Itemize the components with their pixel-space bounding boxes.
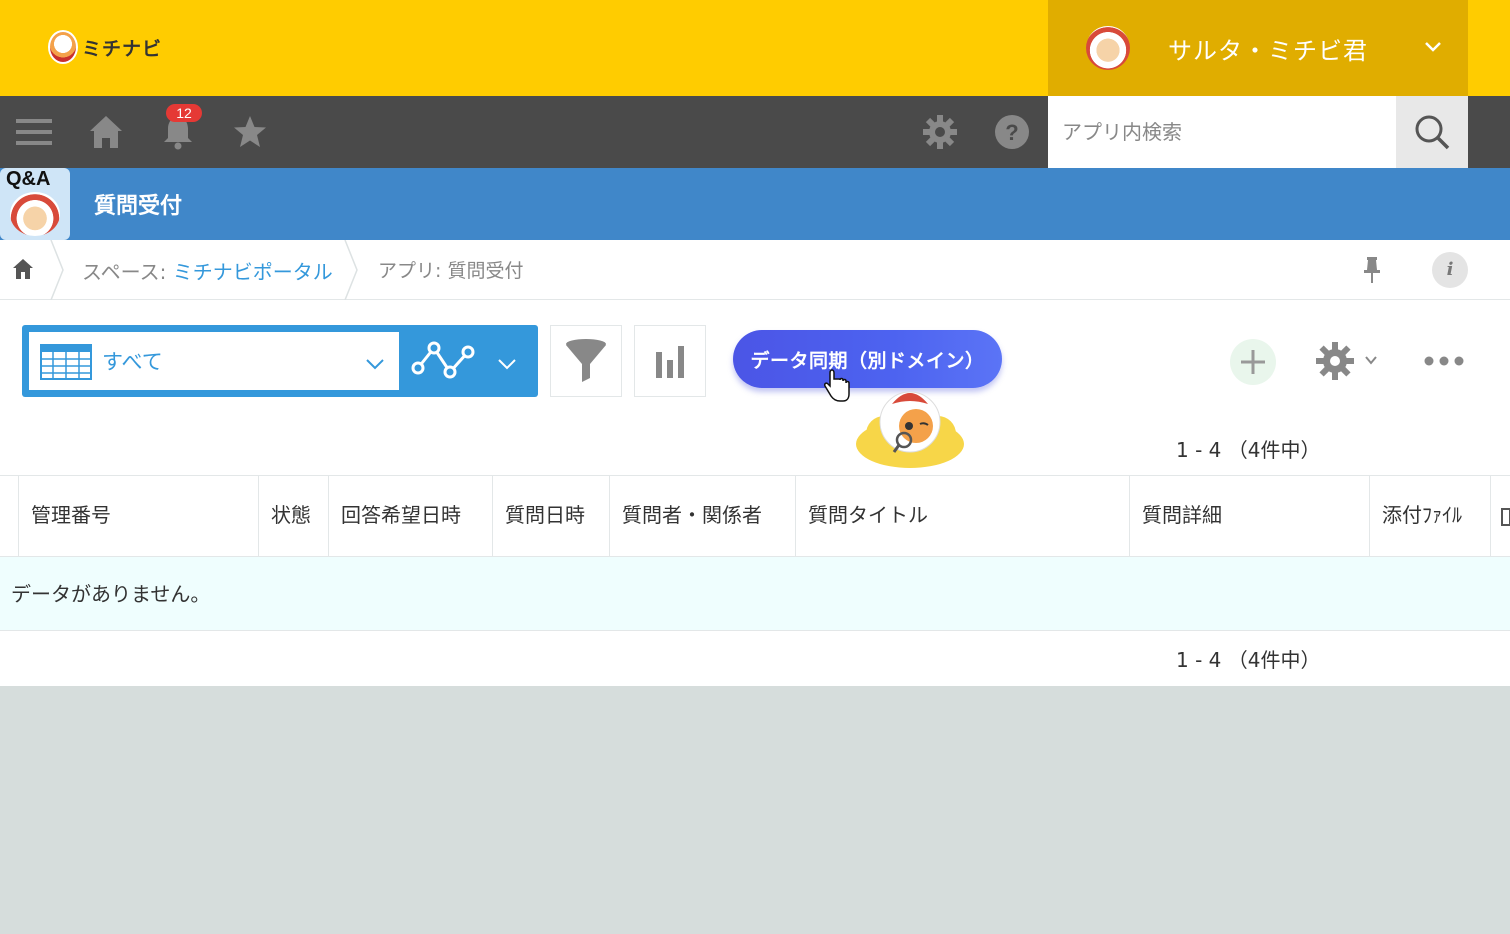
- app-header: [0, 168, 1510, 240]
- search-input[interactable]: [1048, 96, 1396, 168]
- svg-text:?: ?: [1005, 120, 1018, 145]
- brand-name: ミチナビ: [82, 37, 163, 60]
- breadcrumb-space[interactable]: スペース: ミチナビポータル: [82, 256, 333, 285]
- avatar: [1086, 26, 1130, 70]
- mascot-face-icon: [10, 192, 60, 236]
- breadcrumb-separator: [50, 240, 64, 300]
- search-button[interactable]: [1396, 96, 1468, 168]
- app-settings-button[interactable]: [1314, 340, 1382, 382]
- user-name: サルタ・ミチビ君: [1168, 36, 1368, 65]
- info-icon[interactable]: i: [1432, 252, 1468, 288]
- menu-icon[interactable]: [16, 114, 52, 150]
- chevron-down-icon: [1425, 42, 1441, 52]
- column-header[interactable]: 回答希望日時: [328, 476, 493, 556]
- brand-logo[interactable]: ミチナビ: [48, 30, 162, 64]
- gear-icon[interactable]: [922, 114, 958, 150]
- mascot-icon: [856, 391, 964, 468]
- empty-message: データがありません。: [11, 582, 211, 606]
- column-header[interactable]: 質問詳細: [1129, 476, 1370, 556]
- more-icon[interactable]: [1424, 352, 1464, 370]
- app-icon: Q&A: [0, 168, 70, 240]
- column-header[interactable]: 質問者・関係者: [609, 476, 796, 556]
- hand-cursor-icon: [824, 369, 850, 402]
- search-box: [1048, 96, 1468, 168]
- column-header[interactable]: 状態: [258, 476, 329, 556]
- graph-icon[interactable]: [410, 338, 476, 384]
- app-icon-label: Q&A: [6, 168, 51, 190]
- column-header[interactable]: 管理番号: [18, 476, 259, 556]
- column-header[interactable]: 質問タイトル: [795, 476, 1130, 556]
- help-icon[interactable]: ?: [994, 114, 1030, 150]
- column-header[interactable]: 添付ﾌｧｲﾙ: [1369, 476, 1491, 556]
- breadcrumb-space-link[interactable]: ミチナビポータル: [173, 260, 333, 284]
- chevron-down-icon[interactable]: [496, 352, 518, 374]
- plus-icon: [1241, 350, 1265, 374]
- chevron-down-icon: [366, 359, 384, 370]
- view-selected-label: すべて: [102, 350, 163, 374]
- breadcrumb-separator: [344, 240, 358, 300]
- mascot-logo-icon: [48, 30, 78, 64]
- breadcrumb-app: アプリ: 質問受付: [378, 260, 524, 282]
- data-sync-button[interactable]: データ同期（別ドメイン）: [733, 330, 1002, 388]
- search-icon: [1415, 115, 1450, 150]
- user-menu[interactable]: サルタ・ミチビ君: [1048, 0, 1468, 96]
- graph-button[interactable]: [634, 325, 706, 397]
- star-icon[interactable]: [232, 114, 268, 150]
- table-row: [0, 557, 1510, 631]
- app-title: 質問受付: [94, 194, 183, 219]
- filter-icon: [566, 339, 606, 382]
- table-view-icon: [40, 344, 92, 380]
- bar-chart-icon: [656, 346, 684, 378]
- pin-icon[interactable]: [1362, 256, 1382, 284]
- pager-top: 1 - 4 （4件中）: [1176, 438, 1321, 462]
- filter-button[interactable]: [550, 325, 622, 397]
- home-icon[interactable]: [88, 114, 124, 150]
- notification-badge: 12: [166, 104, 202, 122]
- add-record-button[interactable]: [1230, 339, 1276, 385]
- home-icon[interactable]: [12, 258, 34, 280]
- breadcrumb-space-prefix: スペース:: [82, 260, 173, 284]
- column-header[interactable]: 質問日時: [492, 476, 610, 556]
- column-header-partial[interactable]: [1490, 476, 1510, 556]
- pager-bottom: 1 - 4 （4件中）: [1176, 648, 1321, 672]
